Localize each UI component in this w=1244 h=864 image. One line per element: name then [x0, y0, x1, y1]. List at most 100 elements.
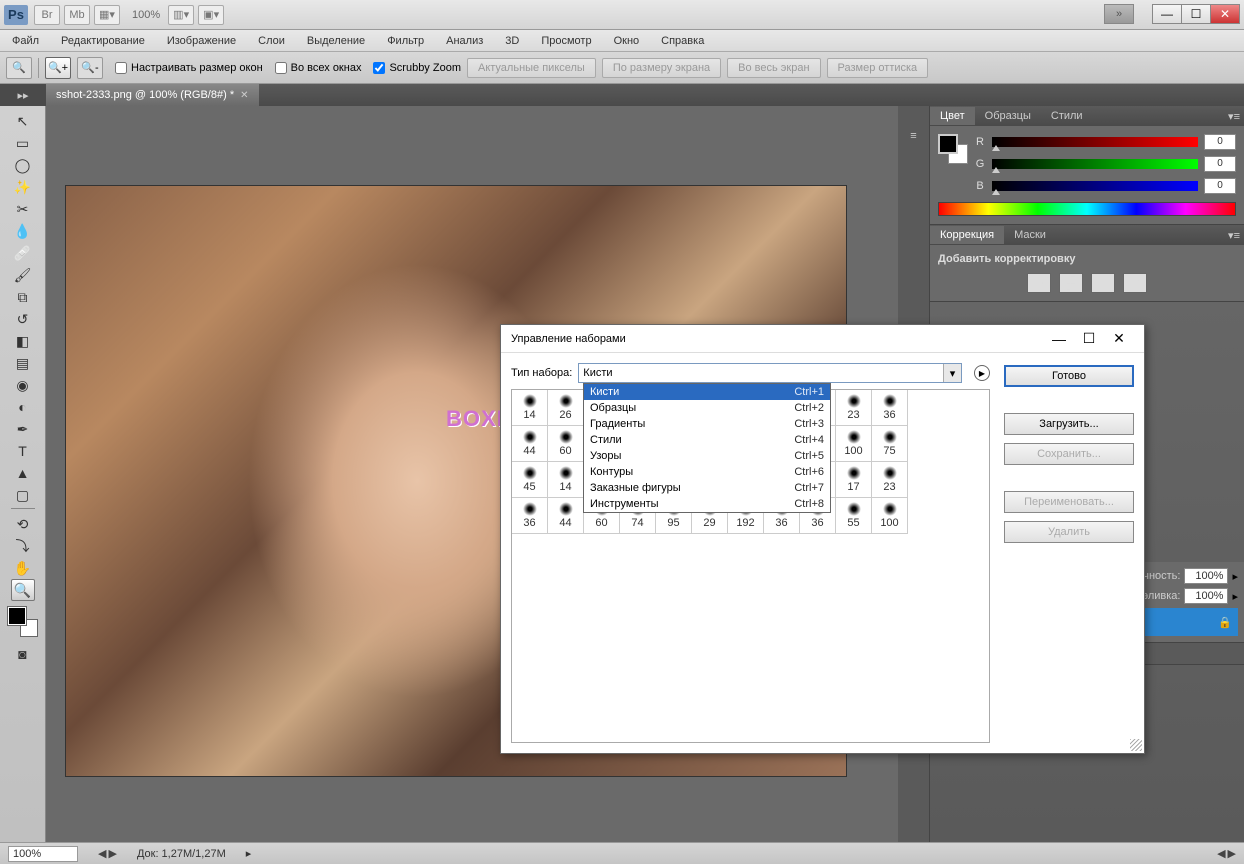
zoom-tool-selected-icon[interactable]: 🔍 [11, 579, 35, 601]
tab-close-icon[interactable]: ✕ [240, 90, 248, 101]
arrange-button[interactable]: ▥▾ [168, 5, 194, 25]
lasso-tool-icon[interactable]: ◯ [11, 154, 35, 176]
collapse-panels-icon[interactable]: ▸▸ [0, 84, 46, 106]
scroll-left-icon[interactable]: ◀ [98, 847, 106, 860]
brush-preset-cell[interactable]: 60 [548, 426, 584, 462]
dropdown-option[interactable]: УзорыCtrl+5 [584, 448, 830, 464]
menu-view[interactable]: Просмотр [537, 33, 595, 49]
3d-camera-tool-icon[interactable]: ⤵ [11, 535, 35, 557]
zoom-in-icon[interactable]: 🔍+ [45, 57, 71, 79]
shape-tool-icon[interactable]: ▢ [11, 484, 35, 506]
dropdown-option[interactable]: СтилиCtrl+4 [584, 432, 830, 448]
dropdown-option[interactable]: КонтурыCtrl+6 [584, 464, 830, 480]
curves-icon[interactable]: ∿ [1091, 273, 1115, 293]
brush-preset-cell[interactable]: 45 [512, 462, 548, 498]
exposure-icon[interactable]: ◢ [1123, 273, 1147, 293]
brush-preset-cell[interactable]: 55 [836, 498, 872, 534]
color-swatches[interactable] [8, 607, 38, 637]
tab-masks[interactable]: Маски [1004, 226, 1056, 244]
menu-3d[interactable]: 3D [501, 33, 523, 49]
scroll-right-icon[interactable]: ▶ [108, 847, 116, 860]
panel-menu-icon[interactable]: ▾≡ [1228, 229, 1240, 242]
magic-wand-tool-icon[interactable]: ✨ [11, 176, 35, 198]
3d-tool-icon[interactable]: ⟲ [11, 513, 35, 535]
foreground-swatch[interactable] [8, 607, 26, 625]
slider-g-value[interactable]: 0 [1204, 156, 1236, 172]
minimize-button[interactable]: — [1152, 4, 1182, 24]
opacity-value[interactable]: 100% [1184, 568, 1228, 584]
eraser-tool-icon[interactable]: ◧ [11, 330, 35, 352]
stamp-tool-icon[interactable]: ⧉ [11, 286, 35, 308]
brush-preset-cell[interactable]: 17 [836, 462, 872, 498]
view-extras-button[interactable]: ▦▾ [94, 5, 120, 25]
color-spectrum[interactable] [938, 202, 1236, 216]
history-panel-icon[interactable]: ≡ [904, 126, 924, 146]
history-brush-tool-icon[interactable]: ↺ [11, 308, 35, 330]
slider-g[interactable]: G 0 [974, 156, 1236, 172]
bridge-button[interactable]: Br [34, 5, 60, 25]
marquee-tool-icon[interactable]: ▭ [11, 132, 35, 154]
rename-button[interactable]: Переименовать... [1004, 491, 1134, 513]
brush-preset-cell[interactable]: 75 [872, 426, 908, 462]
dropdown-option[interactable]: ИнструментыCtrl+8 [584, 496, 830, 512]
resize-grip-icon[interactable] [1130, 739, 1142, 751]
dialog-minimize-icon[interactable]: — [1044, 331, 1074, 347]
slider-r-value[interactable]: 0 [1204, 134, 1236, 150]
blur-tool-icon[interactable]: ◉ [11, 374, 35, 396]
screen-mode-button[interactable]: ▣▾ [198, 5, 224, 25]
brush-preset-cell[interactable]: 36 [872, 390, 908, 426]
dialog-titlebar[interactable]: Управление наборами — ☐ ✕ [501, 325, 1144, 353]
maximize-button[interactable]: ☐ [1181, 4, 1211, 24]
path-selection-tool-icon[interactable]: ▲ [11, 462, 35, 484]
all-windows-checkbox[interactable]: Во всех окнах [275, 62, 362, 74]
zoom-out-icon[interactable]: 🔍- [77, 57, 103, 79]
slider-b[interactable]: B 0 [974, 178, 1236, 194]
brush-preset-cell[interactable]: 44 [512, 426, 548, 462]
flyout-menu-icon[interactable]: ▶ [974, 365, 990, 381]
brush-preset-cell[interactable]: 14 [512, 390, 548, 426]
scroll-right2-icon[interactable]: ▶ [1228, 847, 1236, 860]
menu-file[interactable]: Файл [8, 33, 43, 49]
gradient-tool-icon[interactable]: ▤ [11, 352, 35, 374]
tab-color[interactable]: Цвет [930, 107, 975, 125]
fill-value[interactable]: 100% [1184, 588, 1228, 604]
fit-screen-button[interactable]: По размеру экрана [602, 58, 721, 78]
slider-b-value[interactable]: 0 [1204, 178, 1236, 194]
menu-edit[interactable]: Редактирование [57, 33, 149, 49]
brush-preset-cell[interactable]: 23 [836, 390, 872, 426]
tab-adjustments[interactable]: Коррекция [930, 226, 1004, 244]
menu-image[interactable]: Изображение [163, 33, 240, 49]
menu-analysis[interactable]: Анализ [442, 33, 487, 49]
dropdown-option[interactable]: Заказные фигурыCtrl+7 [584, 480, 830, 496]
close-button[interactable]: ✕ [1210, 4, 1240, 24]
crop-tool-icon[interactable]: ✂ [11, 198, 35, 220]
workspace-switcher[interactable]: » [1104, 4, 1134, 24]
pen-tool-icon[interactable]: ✒ [11, 418, 35, 440]
quick-mask-icon[interactable]: ◙ [11, 643, 35, 665]
scrubby-zoom-checkbox[interactable]: Scrubby Zoom [373, 62, 461, 74]
brush-tool-icon[interactable]: 🖌 [11, 264, 35, 286]
brush-preset-cell[interactable]: 44 [548, 498, 584, 534]
brush-preset-cell[interactable]: 23 [872, 462, 908, 498]
menu-window[interactable]: Окно [610, 33, 644, 49]
opacity-arrow[interactable]: ▸ [1232, 570, 1238, 583]
type-tool-icon[interactable]: T [11, 440, 35, 462]
color-swatches-panel[interactable] [938, 134, 968, 164]
preset-type-select[interactable]: Кисти ▾ [578, 363, 962, 383]
zoom-indicator[interactable]: 100% [132, 9, 160, 21]
resize-windows-checkbox[interactable]: Настраивать размер окон [115, 62, 263, 74]
menu-layers[interactable]: Слои [254, 33, 289, 49]
brush-preset-cell[interactable]: 100 [872, 498, 908, 534]
document-tab[interactable]: sshot-2333.png @ 100% (RGB/8#) * ✕ [46, 84, 259, 106]
levels-icon[interactable]: ▞ [1059, 273, 1083, 293]
brush-preset-cell[interactable]: 14 [548, 462, 584, 498]
move-tool-icon[interactable]: ↖ [11, 110, 35, 132]
brush-preset-cell[interactable]: 26 [548, 390, 584, 426]
slider-r[interactable]: R 0 [974, 134, 1236, 150]
load-button[interactable]: Загрузить... [1004, 413, 1134, 435]
panel-menu-icon[interactable]: ▾≡ [1228, 110, 1240, 123]
dropdown-option[interactable]: КистиCtrl+1 [584, 384, 830, 400]
dialog-close-icon[interactable]: ✕ [1104, 330, 1134, 347]
delete-button[interactable]: Удалить [1004, 521, 1134, 543]
menu-select[interactable]: Выделение [303, 33, 369, 49]
